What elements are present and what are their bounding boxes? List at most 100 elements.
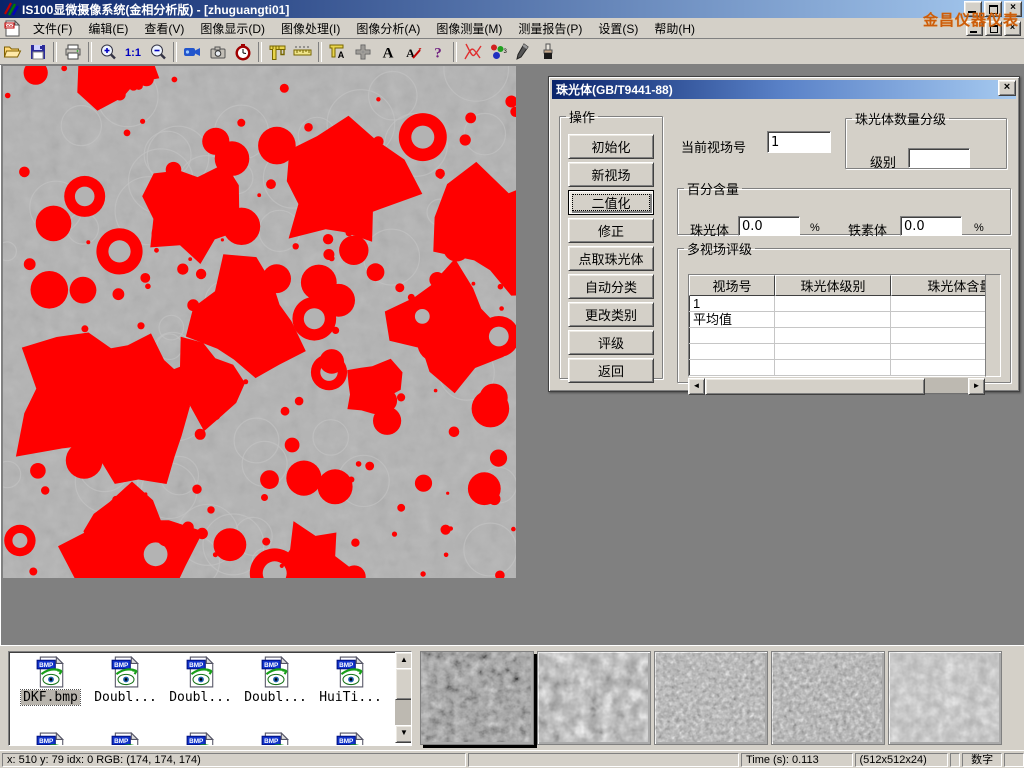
status-empty-small (950, 753, 960, 767)
dialog-close-icon[interactable]: × (998, 80, 1016, 96)
file-item-1[interactable]: BMPDoubl... (88, 656, 163, 705)
table-row-0[interactable]: 10.0 (689, 296, 985, 312)
table-horizontal-scrollbar[interactable]: ◄ ► (688, 378, 985, 393)
bottom-panel: BMPDKF.bmpBMPDoubl...BMPDoubl...BMPDoubl… (0, 645, 1024, 751)
save-icon[interactable] (25, 41, 50, 63)
file-item-row2-1[interactable]: BMP (88, 732, 163, 746)
curve-icon[interactable] (460, 41, 485, 63)
brush-icon[interactable] (535, 41, 560, 63)
op-button-7[interactable]: 评级 (568, 330, 654, 355)
thumbnail-1[interactable] (420, 651, 534, 745)
menu-item-0[interactable]: 文件(F) (25, 18, 80, 39)
thumbnail-3[interactable] (654, 651, 768, 745)
print-icon[interactable] (60, 41, 85, 63)
file-item-row2-4[interactable]: BMP (313, 732, 388, 746)
svg-text:A: A (382, 45, 393, 61)
file-item-0[interactable]: BMPDKF.bmp (13, 656, 88, 705)
text-icon[interactable]: A (375, 41, 400, 63)
table-cell: 0.0 (891, 312, 986, 328)
measure-text-icon[interactable]: A (325, 41, 350, 63)
grading-group: 珠光体数量分级 级别 (845, 109, 1007, 169)
thumbnail-5[interactable] (888, 651, 1002, 745)
status-bar: x: 510 y: 79 idx: 0 RGB: (174, 174, 174)… (0, 750, 1024, 768)
table-row-3[interactable] (689, 344, 985, 360)
status-mode: 数字 (962, 753, 1002, 767)
file-item-2[interactable]: BMPDoubl... (163, 656, 238, 705)
menu-item-2[interactable]: 查看(V) (136, 18, 192, 39)
svg-text:BMP: BMP (114, 738, 129, 745)
table-row-1[interactable]: 平均值 0.0 (689, 312, 985, 328)
op-button-8[interactable]: 返回 (568, 358, 654, 383)
table-cell (775, 344, 891, 360)
count-objects-icon[interactable]: 3 (485, 41, 510, 63)
thumbnail-2[interactable] (537, 651, 651, 745)
op-button-1[interactable]: 新视场 (568, 162, 654, 187)
bmp-file-icon: BMP (336, 732, 366, 746)
scroll-down-icon[interactable]: ▼ (395, 725, 412, 743)
table-cell (891, 376, 986, 377)
scroll-thumb[interactable] (705, 378, 925, 395)
ferrite-input[interactable] (900, 216, 962, 236)
file-browser-scrollbar[interactable]: ▲ ▼ (395, 652, 411, 743)
op-button-3[interactable]: 修正 (568, 218, 654, 243)
op-button-4[interactable]: 点取珠光体 (568, 246, 654, 271)
actual-size-icon[interactable]: 1:1 (120, 41, 145, 63)
ruler-icon[interactable] (290, 41, 315, 63)
table-row-2[interactable] (689, 328, 985, 344)
scroll-thumb[interactable] (395, 668, 412, 700)
file-item-3[interactable]: BMPDoubl... (238, 656, 313, 705)
table-row-5[interactable] (689, 376, 985, 377)
menu-item-4[interactable]: 图像处理(I) (273, 18, 348, 39)
bmp-file-icon: BMP (186, 732, 216, 746)
file-item-row2-0[interactable]: BMP (13, 732, 88, 746)
zoom-out-icon[interactable] (145, 41, 170, 63)
toolbar: 1:1 A A A ? 3 (0, 39, 1024, 65)
grading-group-label: 珠光体数量分级 (852, 109, 949, 128)
resize-grip (1004, 753, 1024, 767)
menu-item-1[interactable]: 编辑(E) (80, 18, 136, 39)
table-cell (891, 360, 986, 376)
menu-item-5[interactable]: 图像分析(A) (348, 18, 428, 39)
dialog-title-bar[interactable]: 珠光体(GB/T9441-88) (552, 80, 1016, 99)
table-cell: 平均值 (689, 312, 775, 328)
file-name: HuiTi... (317, 690, 384, 705)
zoom-in-icon[interactable] (95, 41, 120, 63)
level-input[interactable] (908, 148, 970, 168)
file-item-row2-3[interactable]: BMP (238, 732, 313, 746)
scroll-left-icon[interactable]: ◄ (688, 378, 705, 395)
pearlite-input[interactable] (738, 216, 800, 236)
table-vertical-scrollbar[interactable] (985, 274, 1001, 377)
specimen-image[interactable] (3, 66, 516, 578)
file-item-4[interactable]: BMPHuiTi... (313, 656, 388, 705)
op-button-0[interactable]: 初始化 (568, 134, 654, 159)
menu-item-8[interactable]: 设置(S) (590, 18, 646, 39)
file-item-row2-2[interactable]: BMP (163, 732, 238, 746)
op-button-5[interactable]: 自动分类 (568, 274, 654, 299)
thumbnail-4[interactable] (771, 651, 885, 745)
open-icon[interactable] (0, 41, 25, 63)
op-button-2[interactable]: 二值化 (568, 190, 654, 215)
menu-item-7[interactable]: 测量报告(P) (510, 18, 590, 39)
video-camera-icon[interactable] (180, 41, 205, 63)
document-icon[interactable]: DOC (4, 20, 21, 37)
file-browser[interactable]: BMPDKF.bmpBMPDoubl...BMPDoubl...BMPDoubl… (8, 651, 412, 746)
current-field-input[interactable] (767, 131, 831, 153)
help-icon[interactable]: ? (425, 41, 450, 63)
table-row-4[interactable] (689, 360, 985, 376)
camera-icon[interactable] (205, 41, 230, 63)
op-button-6[interactable]: 更改类别 (568, 302, 654, 327)
menu-item-9[interactable]: 帮助(H) (646, 18, 703, 39)
scroll-right-icon[interactable]: ► (968, 378, 985, 395)
svg-text:?: ? (434, 45, 442, 61)
menu-item-6[interactable]: 图像测量(M) (428, 18, 510, 39)
annotate-icon[interactable]: A (400, 41, 425, 63)
ferrite-unit: % (974, 222, 984, 234)
svg-text:1:1: 1:1 (125, 47, 141, 59)
pen-icon[interactable] (510, 41, 535, 63)
rating-table[interactable]: 视场号珠光体级别珠光体含量(%)铁素体含量(%) 10.0平均值0.0 (688, 274, 986, 377)
bmp-file-icon: BMP (261, 656, 291, 688)
caliper-icon[interactable] (265, 41, 290, 63)
cross-grid-icon[interactable] (350, 41, 375, 63)
timer-icon[interactable] (230, 41, 255, 63)
menu-item-3[interactable]: 图像显示(D) (192, 18, 273, 39)
